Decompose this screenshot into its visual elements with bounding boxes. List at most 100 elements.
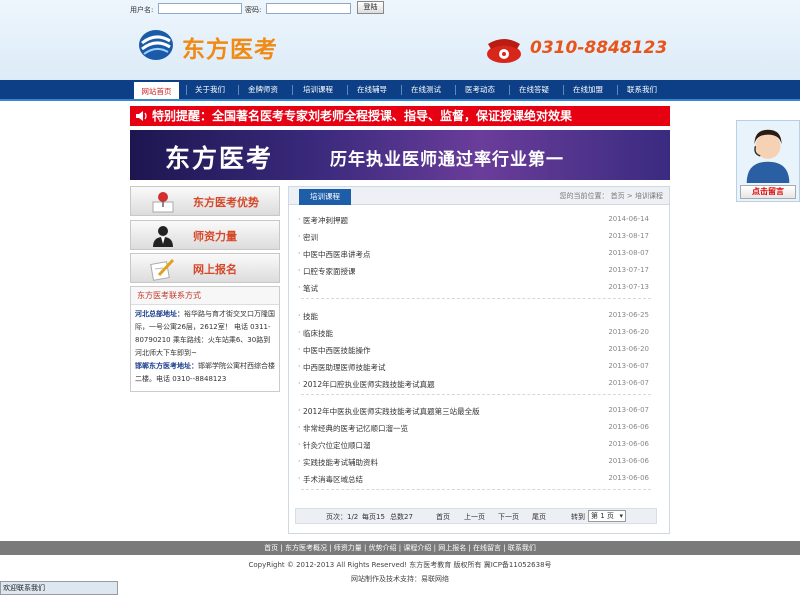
course-date: 2013-06-06	[608, 423, 649, 431]
password-label: 密码:	[245, 6, 262, 14]
course-date: 2013-06-25	[608, 311, 649, 319]
breadcrumb: 您的当前位置： 首页 > 培训课程	[559, 192, 663, 200]
bullet-icon: ·	[298, 232, 301, 241]
course-title-link[interactable]: 口腔专家面授课	[303, 266, 356, 277]
pager-prev[interactable]: 上一页	[464, 512, 485, 522]
pager-last[interactable]: 尾页	[532, 512, 546, 522]
signup-label: 网上报名	[193, 263, 237, 276]
username-input[interactable]	[158, 3, 242, 14]
pager-total: 总数27	[390, 513, 413, 521]
speaker-icon	[136, 111, 147, 121]
nav-item-about[interactable]: 关于我们	[188, 80, 232, 99]
bullet-icon: ·	[298, 423, 301, 432]
course-date: 2014-06-14	[608, 215, 649, 223]
customer-service-widget[interactable]: 点击留言	[736, 120, 800, 202]
bullet-icon: ·	[298, 440, 301, 449]
page-select[interactable]: 第 1 页 ▾	[588, 510, 626, 522]
header-background	[0, 0, 800, 80]
course-title-link[interactable]: 医考冲刺押题	[303, 215, 348, 226]
bullet-icon: ·	[298, 474, 301, 483]
nav-item-courses[interactable]: 培训课程	[296, 80, 340, 99]
nav-item-tutoring[interactable]: 在线辅导	[350, 80, 394, 99]
bullet-icon: ·	[298, 457, 301, 466]
course-title-link[interactable]: 笔试	[303, 283, 318, 294]
leave-message-button[interactable]: 点击留言	[740, 185, 796, 199]
pager-next[interactable]: 下一页	[498, 512, 519, 522]
course-title-link[interactable]: 2012年口腔执业医师实践技能考试真题	[303, 379, 435, 390]
main-navigation: 网站首页 关于我们 金牌师资 培训课程 在线辅导 在线测试 医考动态 在线答疑 …	[0, 80, 800, 101]
customer-service-avatar-icon	[746, 129, 790, 183]
tech-support: 网站制作及技术支持：易联网络	[351, 575, 449, 583]
course-title-link[interactable]: 非常经典的医考记忆顺口溜一览	[303, 423, 408, 434]
course-title-link[interactable]: 技能	[303, 311, 318, 322]
nav-item-contact[interactable]: 联系我们	[620, 80, 664, 99]
group-divider	[301, 298, 651, 299]
course-date: 2013-08-17	[608, 232, 649, 240]
course-title-link[interactable]: 2012年中医执业医师实践技能考试真题第三站最全版	[303, 406, 480, 417]
pager-page-info: 页次：1/2	[326, 513, 359, 521]
teacher-icon	[153, 226, 173, 247]
teachers-button[interactable]: 师资力量	[130, 220, 280, 250]
course-title-link[interactable]: 中西医助理医师技能考试	[303, 362, 386, 373]
pager-first[interactable]: 首页	[436, 512, 450, 522]
banner-slogan: 历年执业医师通过率行业第一	[330, 150, 564, 170]
pager-per-page: 每页15	[362, 513, 385, 521]
nav-item-franchise[interactable]: 在线加盟	[566, 80, 610, 99]
panel-header: 培训课程 您的当前位置： 首页 > 培训课程	[289, 187, 669, 205]
password-input[interactable]	[266, 3, 351, 14]
advantage-label: 东方医考优势	[193, 196, 259, 209]
contact-box: 东方医考联系方式 河北总部地址：裕华路与育才街交叉口万隆国际，一号公寓26层，2…	[130, 286, 280, 392]
group-divider	[301, 489, 651, 490]
contact-title: 东方医考联系方式	[131, 287, 279, 305]
course-date: 2013-06-07	[608, 362, 649, 370]
nav-item-home[interactable]: 网站首页	[134, 80, 179, 99]
teachers-label: 师资力量	[193, 230, 237, 243]
course-list-panel: 培训课程 您的当前位置： 首页 > 培训课程 · 医考冲刺押题 2014-06-14…	[288, 186, 670, 534]
tab-courses[interactable]: 培训课程	[299, 189, 351, 205]
copyright: CopyRight © 2012-2013 All Rights Reserve…	[248, 561, 552, 569]
course-title-link[interactable]: 中医中西医串讲考点	[303, 249, 371, 260]
bullet-icon: ·	[298, 283, 301, 292]
login-button[interactable]: 登陆	[357, 1, 384, 14]
username-label: 用户名:	[130, 6, 154, 14]
page: 用户名: 密码: 登陆 东方医考 0310-8848123 网站首页 关于我们 …	[0, 0, 800, 595]
bullet-icon: ·	[298, 345, 301, 354]
advantage-button[interactable]: 东方医考优势	[130, 186, 280, 216]
bullet-icon: ·	[298, 379, 301, 388]
course-date: 2013-06-07	[608, 406, 649, 414]
footer-navigation[interactable]: 首页 | 东方医考概况 | 师资力量 | 优势介绍 | 课程介绍 | 网上报名 …	[0, 541, 800, 555]
notice-bar: 特别提醒：全国著名医考专家刘老师全程授课、指导、监督，保证授课绝对效果	[130, 106, 670, 126]
bullet-icon: ·	[298, 249, 301, 258]
course-date: 2013-06-20	[608, 345, 649, 353]
nav-item-qa[interactable]: 在线答疑	[512, 80, 556, 99]
course-title-link[interactable]: 临床技能	[303, 328, 333, 339]
group-divider	[301, 394, 651, 395]
banner-title: 东方医考	[165, 144, 274, 173]
course-date: 2013-06-06	[608, 440, 649, 448]
floating-contact-bar[interactable]: 欢迎联系我们	[0, 581, 118, 595]
nav-item-teachers[interactable]: 金牌师资	[241, 80, 285, 99]
course-title-link[interactable]: 针灸穴位定位顺口溜	[303, 440, 371, 451]
nav-item-news[interactable]: 医考动态	[458, 80, 502, 99]
banner[interactable]: 东方医考 历年执业医师通过率行业第一	[130, 130, 670, 180]
handan-address-label: 邯郸东方医考地址：	[135, 362, 198, 370]
course-date: 2013-06-06	[608, 457, 649, 465]
bullet-icon: ·	[298, 215, 301, 224]
pager-goto-label: 转到	[571, 513, 585, 521]
course-date: 2013-06-07	[608, 379, 649, 387]
nav-item-testing[interactable]: 在线测试	[404, 80, 448, 99]
pagination: 页次：1/2 每页15 总数27 首页 上一页 下一页 尾页 转到 第 1 页 ▾	[295, 508, 657, 524]
bullet-icon: ·	[298, 362, 301, 371]
course-title-link[interactable]: 手术消毒区域总结	[303, 474, 363, 485]
course-date: 2013-07-13	[608, 283, 649, 291]
course-title-link[interactable]: 中医中西医技能操作	[303, 345, 371, 356]
page-select-value: 第 1 页	[591, 512, 614, 520]
logo-text[interactable]: 东方医考	[182, 30, 278, 64]
course-date: 2013-07-17	[608, 266, 649, 274]
signup-button[interactable]: 网上报名	[130, 253, 280, 283]
course-title-link[interactable]: 实践技能考试辅助资料	[303, 457, 378, 468]
course-title-link[interactable]: 密训	[303, 232, 318, 243]
chevron-down-icon: ▾	[619, 512, 623, 520]
pencil-paper-icon	[150, 258, 175, 281]
hebei-address-label: 河北总部地址：	[135, 310, 184, 318]
